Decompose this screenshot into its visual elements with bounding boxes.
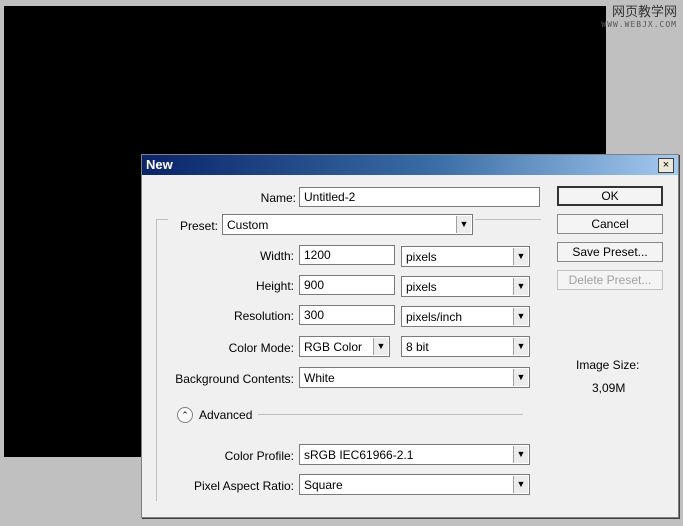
image-size-value: 3,09M (592, 381, 626, 395)
image-size-label: Image Size: (576, 358, 640, 372)
background-contents-select[interactable]: White ▼ (299, 367, 530, 388)
chevron-down-icon: ▼ (513, 248, 528, 265)
watermark: 网页教学网 WWW.WEBJX.COM (601, 6, 677, 29)
close-icon[interactable]: × (658, 158, 674, 173)
save-preset-button[interactable]: Save Preset... (557, 242, 663, 262)
advanced-toggle-label[interactable]: Advanced (199, 408, 252, 422)
resolution-input[interactable]: 300 (299, 305, 395, 325)
resolution-unit-select[interactable]: pixels/inch ▼ (401, 306, 530, 327)
color-mode-label: Color Mode: (228, 341, 294, 355)
chevron-down-icon: ▼ (513, 278, 528, 295)
bit-depth-value: 8 bit (406, 340, 429, 354)
delete-preset-button[interactable]: Delete Preset... (557, 270, 663, 290)
chevron-down-icon: ▼ (373, 338, 388, 355)
watermark-text: 网页教学网 (611, 5, 677, 20)
pixel-aspect-ratio-select[interactable]: Square ▼ (299, 474, 530, 495)
color-profile-label: Color Profile: (224, 449, 294, 463)
width-label: Width: (259, 249, 294, 263)
height-unit-select[interactable]: pixels ▼ (401, 276, 530, 297)
name-input[interactable]: Untitled-2 (299, 187, 540, 207)
width-unit-select[interactable]: pixels ▼ (401, 246, 530, 267)
preset-group-border-left (156, 219, 168, 220)
color-mode-value: RGB Color (304, 340, 363, 354)
background-contents-label: Background Contents: (175, 372, 294, 386)
preset-label: Preset: (179, 219, 218, 233)
color-mode-select[interactable]: RGB Color ▼ (299, 336, 390, 357)
preset-select[interactable]: Custom ▼ (222, 214, 473, 235)
cancel-button[interactable]: Cancel (557, 214, 663, 234)
width-input[interactable]: 1200 (299, 245, 395, 265)
height-label: Height: (255, 279, 294, 293)
chevron-down-icon: ▼ (513, 476, 528, 493)
chevron-down-icon: ▼ (456, 216, 471, 233)
preset-group-border-right (475, 219, 541, 220)
preset-group-border-vertical (156, 219, 157, 501)
watermark-url: WWW.WEBJX.COM (601, 20, 677, 29)
color-profile-select[interactable]: sRGB IEC61966-2.1 ▼ (299, 444, 530, 465)
collapse-chevron-icon[interactable]: ⌃ (177, 407, 193, 423)
advanced-divider (258, 414, 523, 415)
width-unit-value: pixels (406, 250, 437, 264)
height-input[interactable]: 900 (299, 275, 395, 295)
resolution-unit-value: pixels/inch (406, 310, 463, 324)
preset-value: Custom (227, 218, 269, 232)
height-unit-value: pixels (406, 280, 437, 294)
new-document-dialog: New × Name: Untitled-2 Preset: Custom ▼ … (141, 154, 679, 518)
bit-depth-select[interactable]: 8 bit ▼ (401, 336, 530, 357)
name-label: Name: (260, 191, 296, 205)
chevron-down-icon: ▼ (513, 308, 528, 325)
background-contents-value: White (304, 371, 335, 385)
pixel-aspect-ratio-value: Square (304, 478, 343, 492)
dialog-titlebar[interactable]: New × (142, 155, 678, 175)
chevron-down-icon: ▼ (513, 446, 528, 463)
chevron-down-icon: ▼ (513, 369, 528, 386)
resolution-label: Resolution: (233, 309, 294, 323)
pixel-aspect-ratio-label: Pixel Aspect Ratio: (193, 479, 294, 493)
color-profile-value: sRGB IEC61966-2.1 (304, 448, 414, 462)
dialog-title: New (146, 157, 173, 172)
ok-button[interactable]: OK (557, 186, 663, 206)
chevron-down-icon: ▼ (513, 338, 528, 355)
